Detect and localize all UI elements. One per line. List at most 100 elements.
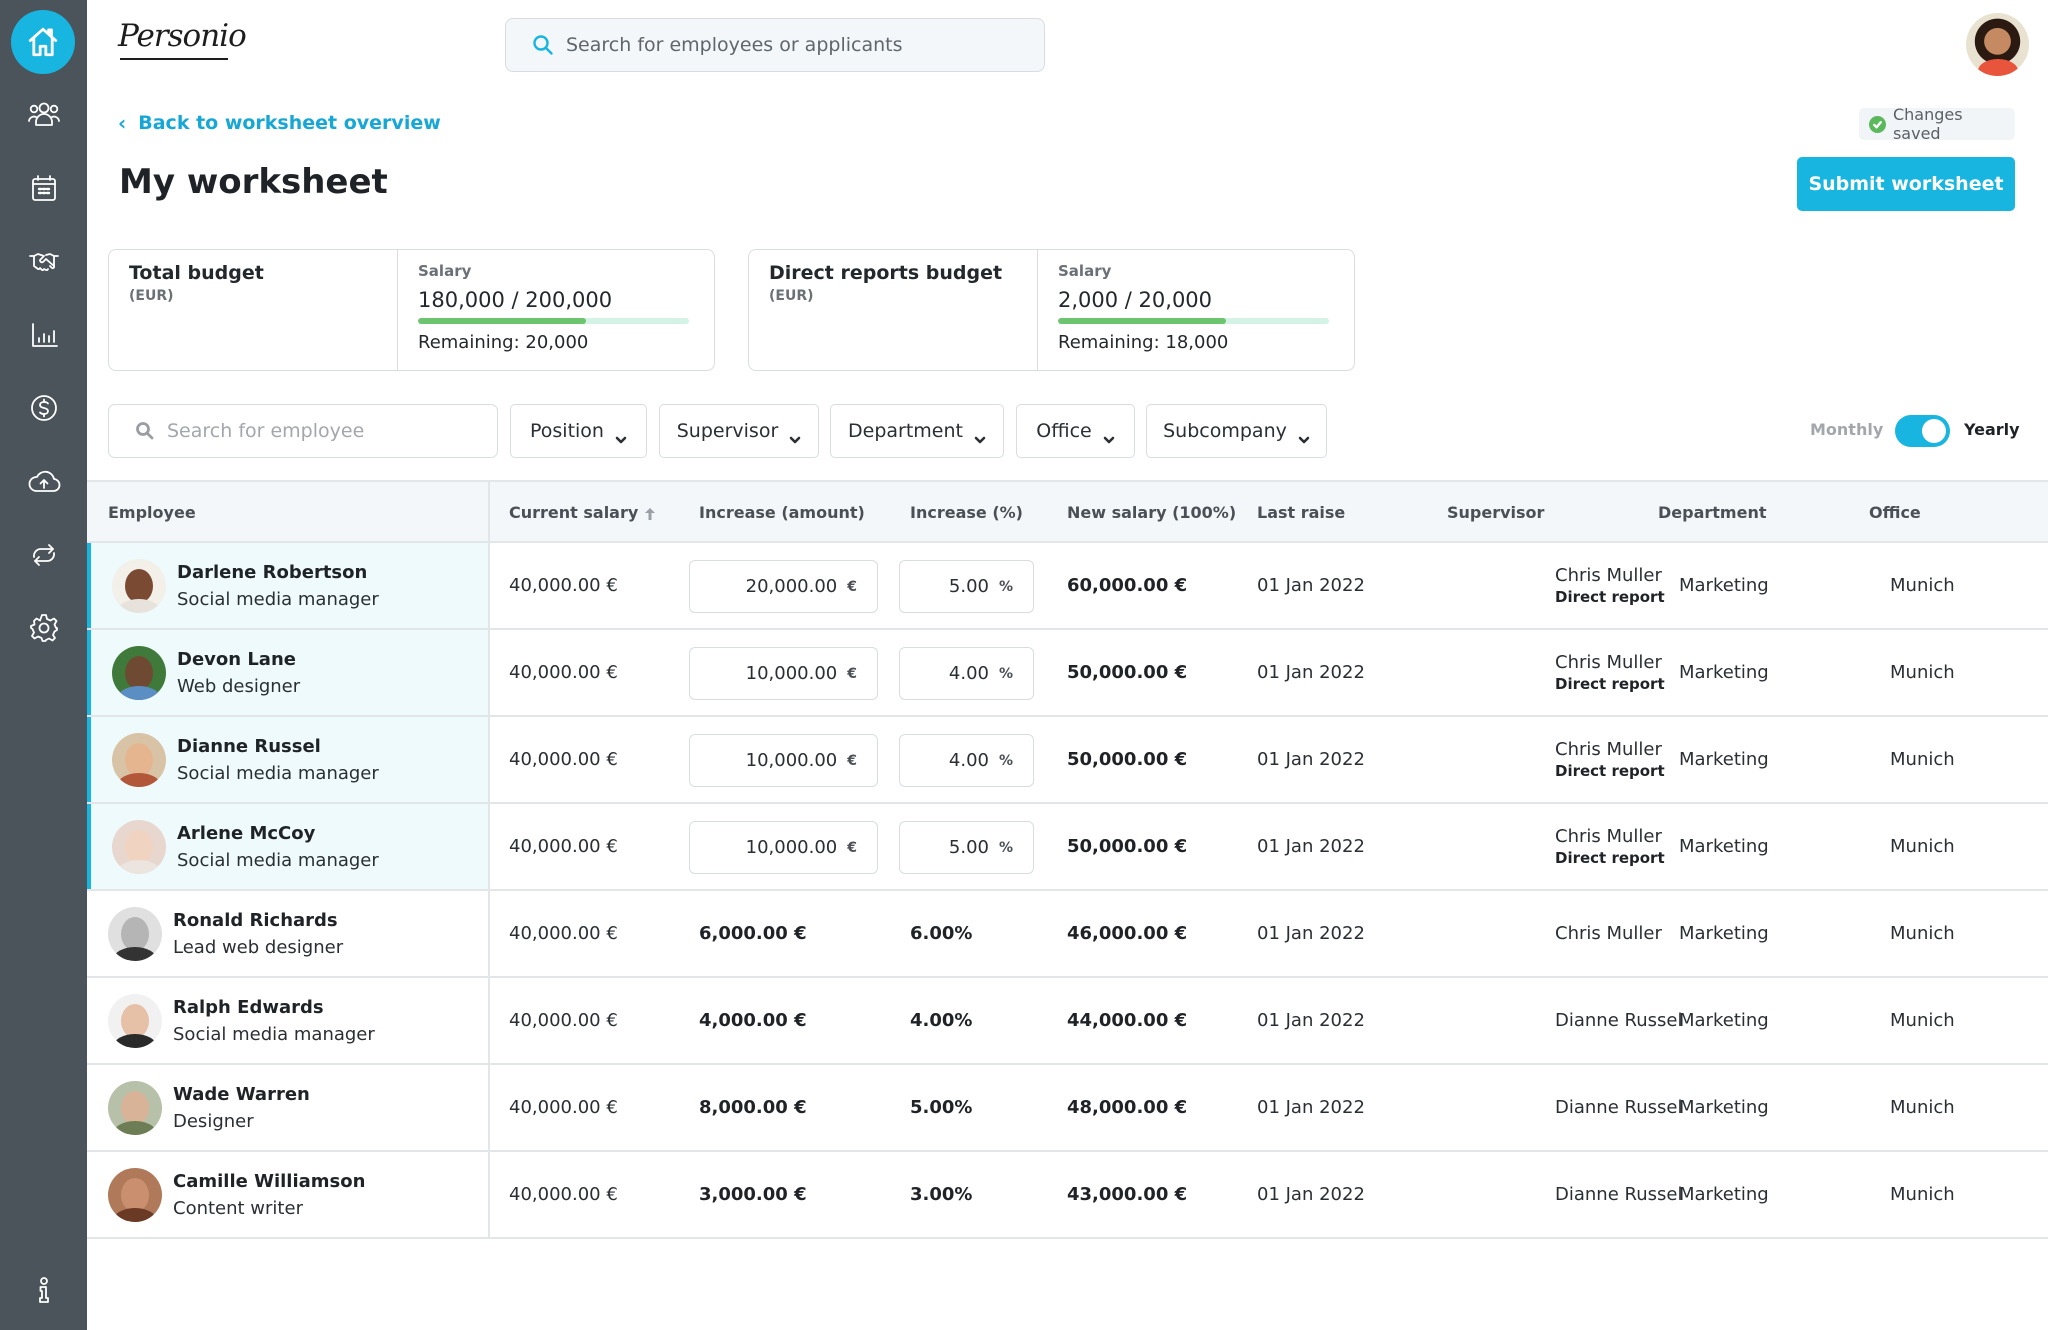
period-monthly-label[interactable]: Monthly	[1810, 420, 1883, 439]
sidebar-item-home[interactable]	[11, 10, 75, 74]
column-header-office[interactable]: Office	[1869, 482, 1921, 543]
increase-amount-field[interactable]: €	[689, 647, 878, 700]
column-header-increase-amount[interactable]: Increase (amount)	[699, 482, 865, 543]
increase-percent-field[interactable]: %	[899, 821, 1034, 874]
employee-name[interactable]: Dianne Russel	[177, 736, 321, 757]
employee-name[interactable]: Wade Warren	[173, 1084, 310, 1105]
column-header-supervisor[interactable]: Supervisor	[1447, 482, 1544, 543]
department: Marketing	[1679, 1184, 1769, 1205]
employee-name[interactable]: Darlene Robertson	[177, 562, 367, 583]
logo-underline	[120, 58, 228, 60]
office: Munich	[1890, 662, 1955, 683]
table-row[interactable]: Camille Williamson Content writer 40,000…	[87, 1152, 2048, 1239]
filter-position[interactable]: Position	[510, 404, 647, 458]
increase-amount-field[interactable]: €	[689, 734, 878, 787]
filter-label: Position	[530, 420, 604, 442]
employee-avatar	[112, 733, 166, 787]
employee-name[interactable]: Devon Lane	[177, 649, 296, 670]
column-header-increase-percent[interactable]: Increase (%)	[910, 482, 1023, 543]
increase-amount-input[interactable]	[690, 576, 838, 597]
employee-cell: Ronald Richards Lead web designer	[87, 891, 488, 976]
period-toggle[interactable]	[1895, 415, 1950, 447]
sidebar-item-settings[interactable]	[0, 598, 87, 658]
last-raise: 01 Jan 2022	[1257, 575, 1365, 596]
supervisor-cell: Chris Muller Direct report	[1555, 543, 1665, 628]
sidebar-item-sync[interactable]	[0, 525, 87, 585]
current-salary: 40,000.00 €	[509, 1184, 618, 1205]
filter-office[interactable]: Office	[1016, 404, 1135, 458]
filter-subcompany[interactable]: Subcompany	[1146, 404, 1327, 458]
employee-name[interactable]: Arlene McCoy	[177, 823, 315, 844]
column-header-department[interactable]: Department	[1658, 482, 1766, 543]
employee-search-input[interactable]	[167, 420, 487, 442]
column-header-last-raise[interactable]: Last raise	[1257, 482, 1345, 543]
increase-percent: 5.00%	[910, 1097, 973, 1118]
employee-name[interactable]: Ralph Edwards	[173, 997, 324, 1018]
global-search[interactable]	[505, 18, 1045, 72]
column-header-employee[interactable]: Employee	[108, 482, 196, 543]
new-salary: 60,000.00 €	[1067, 575, 1188, 596]
increase-percent-input[interactable]	[900, 663, 989, 684]
user-avatar[interactable]	[1966, 13, 2029, 76]
increase-percent-field[interactable]: %	[899, 560, 1034, 613]
increase-amount-input[interactable]	[690, 837, 838, 858]
column-header-current-salary[interactable]: Current salary	[509, 482, 656, 543]
table-row[interactable]: Devon Lane Web designer 40,000.00 € € % …	[87, 630, 2048, 717]
table-row[interactable]: Wade Warren Designer 40,000.00 € 8,000.0…	[87, 1065, 2048, 1152]
submit-worksheet-button[interactable]: Submit worksheet	[1797, 157, 2015, 211]
employee-role: Social media manager	[177, 763, 379, 784]
new-salary: 50,000.00 €	[1067, 662, 1188, 683]
avatar-face	[121, 1091, 149, 1125]
employee-role: Social media manager	[173, 1024, 375, 1045]
employee-name[interactable]: Camille Williamson	[173, 1171, 365, 1192]
increase-percent-input[interactable]	[900, 750, 989, 771]
column-header-new-salary[interactable]: New salary (100%)	[1067, 482, 1236, 543]
global-search-input[interactable]	[566, 34, 1026, 56]
column-label: Supervisor	[1447, 503, 1545, 522]
direct-reports-budget-card: Direct reports budget (EUR) Salary 2,000…	[748, 249, 1355, 371]
column-label: Office	[1869, 503, 1921, 522]
employee-avatar	[112, 646, 166, 700]
increase-percent-field[interactable]: %	[899, 647, 1034, 700]
sidebar-item-upload[interactable]	[0, 452, 87, 512]
employee-search[interactable]	[108, 404, 498, 458]
sidebar-item-calendar[interactable]	[0, 159, 87, 219]
table-row[interactable]: Darlene Robertson Social media manager 4…	[87, 543, 2048, 630]
period-yearly-label[interactable]: Yearly	[1964, 420, 2020, 439]
current-salary: 40,000.00 €	[509, 1010, 618, 1031]
sidebar-item-info[interactable]	[0, 1260, 87, 1320]
back-to-overview-link[interactable]: ‹ Back to worksheet overview	[118, 111, 441, 135]
increase-amount-field[interactable]: €	[689, 821, 878, 874]
increase-percent-input[interactable]	[900, 837, 989, 858]
budget-currency: (EUR)	[129, 288, 174, 304]
increase-amount-input[interactable]	[690, 663, 838, 684]
table-row[interactable]: Ronald Richards Lead web designer 40,000…	[87, 891, 2048, 978]
sidebar-item-reports[interactable]	[0, 305, 87, 365]
increase-amount-field[interactable]: €	[689, 560, 878, 613]
supervisor-name: Dianne Russel	[1555, 1010, 1683, 1031]
filter-supervisor[interactable]: Supervisor	[659, 404, 819, 458]
avatar-face	[125, 743, 153, 777]
increase-percent-input[interactable]	[900, 576, 989, 597]
budget-salary: Salary 2,000 / 20,000 Remaining: 18,000	[1038, 250, 1349, 370]
table-row[interactable]: Ralph Edwards Social media manager 40,00…	[87, 978, 2048, 1065]
increase-amount: 6,000.00 €	[699, 923, 807, 944]
increase-percent-field[interactable]: %	[899, 734, 1034, 787]
percent-unit: %	[998, 752, 1013, 769]
employee-name[interactable]: Ronald Richards	[173, 910, 338, 931]
department: Marketing	[1679, 1010, 1769, 1031]
chevron-down-icon	[974, 427, 986, 444]
employee-role: Designer	[173, 1111, 254, 1132]
sidebar-item-employees[interactable]	[0, 85, 87, 145]
filter-department[interactable]: Department	[830, 404, 1004, 458]
new-salary: 50,000.00 €	[1067, 749, 1188, 770]
filter-label: Supervisor	[676, 420, 779, 442]
table-row[interactable]: Arlene McCoy Social media manager 40,000…	[87, 804, 2048, 891]
sidebar-item-payroll[interactable]	[0, 378, 87, 438]
current-salary: 40,000.00 €	[509, 749, 618, 770]
personio-logo[interactable]: Personio	[118, 18, 247, 64]
increase-amount-input[interactable]	[690, 750, 838, 771]
new-salary: 43,000.00 €	[1067, 1184, 1188, 1205]
table-row[interactable]: Dianne Russel Social media manager 40,00…	[87, 717, 2048, 804]
sidebar-item-recruiting[interactable]	[0, 232, 87, 292]
